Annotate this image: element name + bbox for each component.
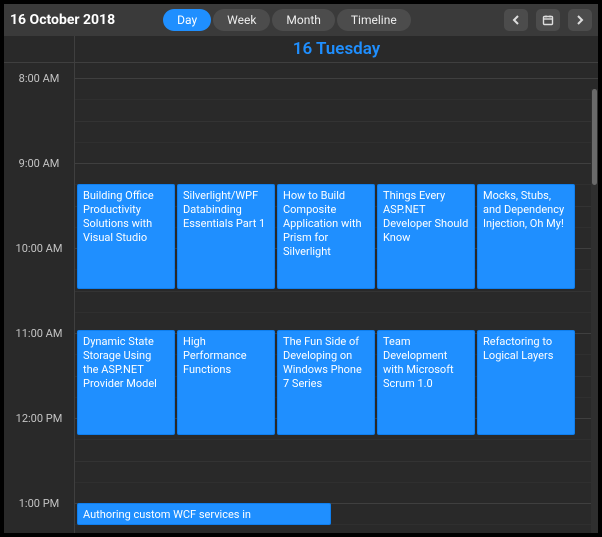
event-title: Authoring custom WCF services in <box>83 508 325 522</box>
schedule-body: 8:00 AM 9:00 AM 10:00 AM 11:00 AM 12:00 PM 1:… <box>4 63 598 533</box>
calendar-event[interactable]: Authoring custom WCF services in <box>77 503 331 525</box>
calendar-event[interactable]: Mocks, Stubs, and Dependency Injection, … <box>477 184 575 289</box>
calendar-event[interactable]: Silverlight/WPF Databinding Essentials P… <box>177 184 275 289</box>
event-title: Mocks, Stubs, and Dependency Injection, … <box>483 189 569 231</box>
event-title: High Performance Functions <box>183 335 269 377</box>
calendar-event[interactable]: Building Office Productivity Solutions w… <box>77 184 175 289</box>
view-month-button[interactable]: Month <box>272 9 334 31</box>
calendar-event[interactable]: The Fun Side of Developing on Windows Ph… <box>277 330 375 435</box>
prev-button[interactable] <box>504 9 528 31</box>
calendar-event[interactable]: Things Every ASP.NET Developer Should Kn… <box>377 184 475 289</box>
calendar-icon <box>542 11 554 30</box>
time-gutter-header <box>4 36 75 62</box>
day-header: 16 Tuesday <box>75 36 598 62</box>
quarter-hour-line <box>75 482 598 483</box>
schedule-grid[interactable]: Building Office Productivity Solutions w… <box>75 63 598 533</box>
event-title: Building Office Productivity Solutions w… <box>83 189 169 245</box>
hour-label: 11:00 AM <box>4 327 74 340</box>
event-title: The Fun Side of Developing on Windows Ph… <box>283 335 369 391</box>
chevron-right-icon <box>574 11 586 30</box>
date-title: 16 October 2018 <box>10 12 115 28</box>
vertical-scrollbar[interactable] <box>591 89 598 533</box>
view-week-button[interactable]: Week <box>213 9 270 31</box>
calendar-event[interactable]: Dynamic State Storage Using the ASP.NET … <box>77 330 175 435</box>
hour-label: 12:00 PM <box>4 412 74 425</box>
view-day-button[interactable]: Day <box>163 9 211 31</box>
day-header-row: 16 Tuesday <box>4 36 598 63</box>
calendar-event[interactable]: High Performance Functions <box>177 330 275 435</box>
half-hour-line <box>75 291 598 292</box>
calendar-event[interactable]: How to Build Composite Application with … <box>277 184 375 289</box>
time-column: 8:00 AM 9:00 AM 10:00 AM 11:00 AM 12:00 PM 1:… <box>4 63 75 533</box>
today-button[interactable] <box>536 9 560 31</box>
quarter-hour-line <box>75 99 598 100</box>
scrollbar-thumb[interactable] <box>592 89 597 185</box>
event-title: How to Build Composite Application with … <box>283 189 369 259</box>
next-button[interactable] <box>568 9 592 31</box>
quarter-hour-line <box>75 142 598 143</box>
toolbar: 16 October 2018 Day Week Month Timeline <box>4 4 598 36</box>
calendar-event[interactable]: Team Development with Microsoft Scrum 1.… <box>377 330 475 435</box>
quarter-hour-line <box>75 439 598 440</box>
hour-line <box>75 163 598 164</box>
event-title: Things Every ASP.NET Developer Should Kn… <box>383 189 469 245</box>
view-timeline-button[interactable]: Timeline <box>337 9 411 31</box>
event-title: Silverlight/WPF Databinding Essentials P… <box>183 189 269 231</box>
hour-label: 9:00 AM <box>4 157 74 170</box>
hour-label: 8:00 AM <box>4 72 74 85</box>
quarter-hour-line <box>75 312 598 313</box>
calendar-app: 16 October 2018 Day Week Month Timeline … <box>0 0 602 537</box>
event-title: Dynamic State Storage Using the ASP.NET … <box>83 335 169 391</box>
chevron-left-icon <box>510 11 522 30</box>
view-switcher: Day Week Month Timeline <box>163 9 411 31</box>
event-title: Refactoring to Logical Layers <box>483 335 569 363</box>
event-title: Team Development with Microsoft Scrum 1.… <box>383 335 469 391</box>
hour-line <box>75 78 598 79</box>
hour-label: 1:00 PM <box>4 497 74 510</box>
half-hour-line <box>75 121 598 122</box>
half-hour-line <box>75 461 598 462</box>
hour-label: 10:00 AM <box>4 242 74 255</box>
calendar-event[interactable]: Refactoring to Logical Layers <box>477 330 575 435</box>
